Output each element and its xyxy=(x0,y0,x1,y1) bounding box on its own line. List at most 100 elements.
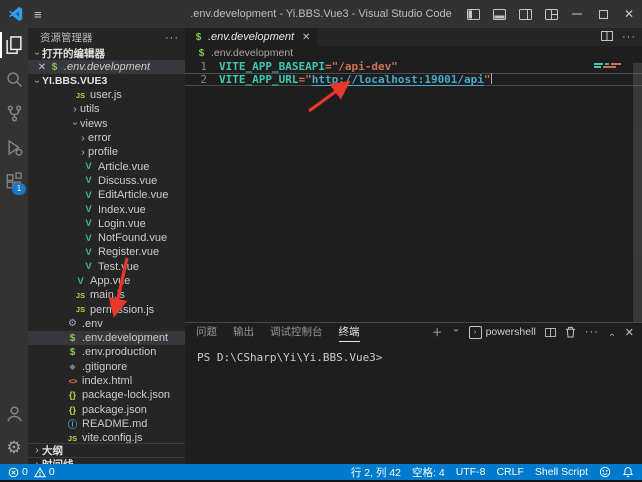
code-line-2[interactable]: 2VITE_APP_URL="http://localhost:19001/ap… xyxy=(185,73,642,86)
settings-gear-icon[interactable]: ⚙ xyxy=(0,430,28,464)
explorer-icon[interactable] xyxy=(0,28,28,62)
code-segment-key: VITE_APP_BASEAPI xyxy=(219,60,325,73)
open-editor-label: .env.development xyxy=(64,61,150,73)
eol-sequence[interactable]: CRLF xyxy=(496,466,523,478)
notifications-bell-icon[interactable] xyxy=(622,466,634,478)
timeline-section[interactable]: › 时间线 xyxy=(28,457,185,464)
cursor-position[interactable]: 行 2, 列 42 xyxy=(351,465,401,480)
vue-icon: V xyxy=(82,261,95,272)
tree-item-package.json[interactable]: {}package.json xyxy=(28,403,185,417)
dotenv-icon: $ xyxy=(66,333,79,344)
close-editor-icon[interactable]: ✕ xyxy=(36,62,48,73)
maximize-button[interactable] xyxy=(590,0,616,28)
feedback-smiley-icon[interactable] xyxy=(599,466,611,478)
problems-status[interactable]: 0 0 xyxy=(0,466,61,478)
encoding[interactable]: UTF-8 xyxy=(456,466,486,478)
terminal-prompt[interactable]: PS D:\CSharp\Yi\Yi.BBS.Vue3> xyxy=(185,341,642,364)
split-editor-icon[interactable] xyxy=(601,30,613,44)
tab-close-icon[interactable]: ✕ xyxy=(302,32,310,43)
js-icon: JS xyxy=(74,305,87,314)
chevron-down-icon: › xyxy=(70,119,81,129)
tree-item-App.vue[interactable]: VApp.vue xyxy=(28,274,185,288)
tree-item-EditArticle.vue[interactable]: VEditArticle.vue xyxy=(28,188,185,202)
indentation[interactable]: 空格: 4 xyxy=(412,465,445,480)
tree-item-utils[interactable]: ›utils xyxy=(28,102,185,116)
close-button[interactable]: ✕ xyxy=(616,0,642,28)
editor-actions: ··· xyxy=(592,28,642,46)
scrollbar[interactable] xyxy=(633,63,642,322)
open-editor-item[interactable]: ✕ $ .env.development xyxy=(28,60,185,74)
tree-item-Article.vue[interactable]: VArticle.vue xyxy=(28,159,185,173)
chevron-right-icon: › xyxy=(78,133,88,144)
source-control-icon[interactable] xyxy=(0,96,28,130)
tree-item-profile[interactable]: ›profile xyxy=(28,145,185,159)
run-debug-icon[interactable] xyxy=(0,130,28,164)
vue-icon: V xyxy=(82,161,95,172)
language-mode[interactable]: Shell Script xyxy=(535,466,588,478)
tree-item-Login.vue[interactable]: VLogin.vue xyxy=(28,217,185,231)
js-icon: JS xyxy=(66,434,79,443)
tree-item-.gitignore[interactable]: ◆.gitignore xyxy=(28,360,185,374)
minimize-button[interactable] xyxy=(564,0,590,28)
tree-item-error[interactable]: ›error xyxy=(28,131,185,145)
tree-item-NotFound.vue[interactable]: VNotFound.vue xyxy=(28,231,185,245)
tree-item-.env.development[interactable]: $.env.development xyxy=(28,331,185,345)
tab-env-development[interactable]: $ .env.development ✕ xyxy=(185,28,317,46)
json-icon: {} xyxy=(66,405,79,415)
tree-item-permission.js[interactable]: JSpermission.js xyxy=(28,302,185,316)
file-label: index.html xyxy=(82,375,132,387)
file-label: Login.vue xyxy=(98,218,146,230)
project-section[interactable]: › YI.BBS.VUE3 xyxy=(28,74,185,88)
tree-item-package-lock.json[interactable]: {}package-lock.json xyxy=(28,388,185,402)
file-label: .env.production xyxy=(82,346,156,358)
minimap[interactable] xyxy=(594,63,628,69)
search-icon[interactable] xyxy=(0,62,28,96)
tree-item-README.md[interactable]: ⓘREADME.md xyxy=(28,417,185,431)
split-terminal-icon[interactable] xyxy=(545,328,556,337)
kill-terminal-icon[interactable] xyxy=(565,326,576,338)
toggle-secondary-sidebar-icon[interactable] xyxy=(512,0,538,28)
panel-tab-调试控制台[interactable]: 调试控制台 xyxy=(270,322,323,342)
open-editors-section[interactable]: › 打开的编辑器 xyxy=(28,46,185,60)
file-label: utils xyxy=(80,103,100,115)
extensions-badge: 1 xyxy=(12,183,26,195)
panel-tab-问题[interactable]: 问题 xyxy=(196,322,217,342)
tree-item-index.html[interactable]: <>index.html xyxy=(28,374,185,388)
explorer-more-actions-icon[interactable]: ··· xyxy=(165,30,179,46)
project-label: YI.BBS.VUE3 xyxy=(42,75,107,87)
panel-more-actions-icon[interactable]: ··· xyxy=(585,326,599,338)
panel-tab-终端[interactable]: 终端 xyxy=(339,322,360,342)
tree-item-views[interactable]: ›views xyxy=(28,117,185,131)
tree-item-.env[interactable]: ⚙.env xyxy=(28,317,185,331)
toggle-panel-icon[interactable] xyxy=(486,0,512,28)
tree-item-Register.vue[interactable]: VRegister.vue xyxy=(28,245,185,259)
new-terminal-icon[interactable]: ＋ xyxy=(432,324,443,340)
menu-icon[interactable]: ≡ xyxy=(34,7,42,22)
extensions-icon[interactable]: 1 xyxy=(0,164,28,198)
toggle-sidebar-icon[interactable] xyxy=(460,0,486,28)
terminal-shell-chip[interactable]: › powershell xyxy=(469,326,536,339)
panel-tab-list: 问题输出调试控制台终端 xyxy=(196,322,376,342)
customize-layout-icon[interactable] xyxy=(538,0,564,28)
code-segment-link[interactable]: http://localhost:19001/api xyxy=(312,73,484,86)
tree-item-user.js[interactable]: JSuser.js xyxy=(28,88,185,102)
code-editor[interactable]: 1VITE_APP_BASEAPI="/api-dev"2VITE_APP_UR… xyxy=(185,60,642,322)
close-panel-icon[interactable]: ✕ xyxy=(625,326,634,339)
file-label: EditArticle.vue xyxy=(98,189,168,201)
tree-item-Discuss.vue[interactable]: VDiscuss.vue xyxy=(28,174,185,188)
maximize-panel-icon[interactable]: › xyxy=(606,328,617,336)
code-line-1[interactable]: 1VITE_APP_BASEAPI="/api-dev" xyxy=(185,60,642,73)
tree-item-main.js[interactable]: JSmain.js xyxy=(28,288,185,302)
warning-count: 0 xyxy=(49,466,55,478)
outline-section[interactable]: › 大纲 xyxy=(28,443,185,457)
breadcrumb[interactable]: $ .env.development xyxy=(185,46,642,60)
more-actions-icon[interactable]: ··· xyxy=(622,31,636,43)
vue-icon: V xyxy=(82,190,95,201)
code-segment-key: VITE_APP_URL xyxy=(219,73,298,86)
panel-tab-输出[interactable]: 输出 xyxy=(233,322,254,342)
account-icon[interactable] xyxy=(0,396,28,430)
tree-item-Test.vue[interactable]: VTest.vue xyxy=(28,260,185,274)
terminal-dropdown-icon[interactable]: › xyxy=(450,328,461,336)
tree-item-.env.production[interactable]: $.env.production xyxy=(28,345,185,359)
tree-item-Index.vue[interactable]: VIndex.vue xyxy=(28,202,185,216)
